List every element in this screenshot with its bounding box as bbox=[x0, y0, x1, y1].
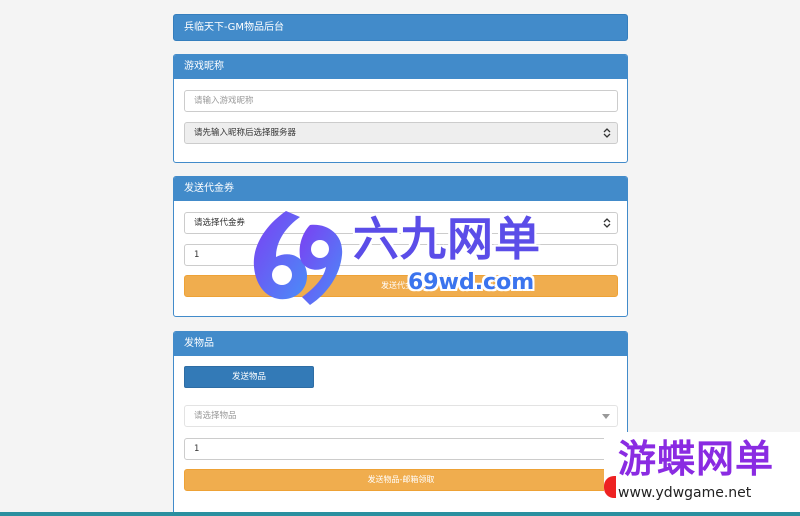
item-panel: 发物品 发送物品 请选择物品 1 发送物品-邮箱领取 bbox=[173, 331, 628, 516]
nickname-placeholder: 请输入游戏昵称 bbox=[194, 96, 254, 106]
nickname-input[interactable]: 请输入游戏昵称 bbox=[184, 90, 618, 112]
watermark-corner: 游蝶网单 www.ydwgame.net bbox=[604, 432, 800, 516]
watermark-brand: 六九网单 bbox=[353, 212, 541, 266]
watermark-corner-brand: 游蝶网单 bbox=[618, 437, 775, 481]
server-select[interactable]: 请先输入昵称后选择服务器 bbox=[184, 122, 618, 144]
server-select-value: 请先输入昵称后选择服务器 bbox=[194, 128, 297, 138]
item-quantity-input[interactable]: 1 bbox=[184, 438, 618, 460]
chevron-updown-icon bbox=[603, 218, 611, 228]
caret-down-icon bbox=[602, 414, 610, 419]
watermark-center: 六九网单 69wd.com bbox=[248, 205, 568, 315]
item-select[interactable]: 请选择物品 bbox=[184, 405, 618, 427]
watermark-red-mark bbox=[604, 476, 616, 498]
watermark-logo-icon bbox=[248, 205, 348, 309]
bottom-strip bbox=[0, 512, 800, 516]
nickname-panel: 游戏昵称 请输入游戏昵称 请先输入昵称后选择服务器 bbox=[173, 54, 628, 163]
item-select-placeholder: 请选择物品 bbox=[194, 411, 237, 421]
send-item-mail-button[interactable]: 发送物品-邮箱领取 bbox=[184, 469, 618, 491]
item-panel-heading: 发物品 bbox=[174, 332, 627, 356]
voucher-select-value: 请选择代金券 bbox=[194, 218, 246, 228]
page-title: 兵临天下-GM物品后台 bbox=[173, 14, 628, 41]
nickname-panel-heading: 游戏昵称 bbox=[174, 55, 627, 79]
watermark-corner-url: www.ydwgame.net bbox=[618, 485, 752, 501]
watermark-url: 69wd.com bbox=[408, 270, 535, 295]
send-items-tab-button[interactable]: 发送物品 bbox=[184, 366, 314, 388]
voucher-panel-heading: 发送代金券 bbox=[174, 177, 627, 201]
chevron-updown-icon bbox=[603, 128, 611, 138]
